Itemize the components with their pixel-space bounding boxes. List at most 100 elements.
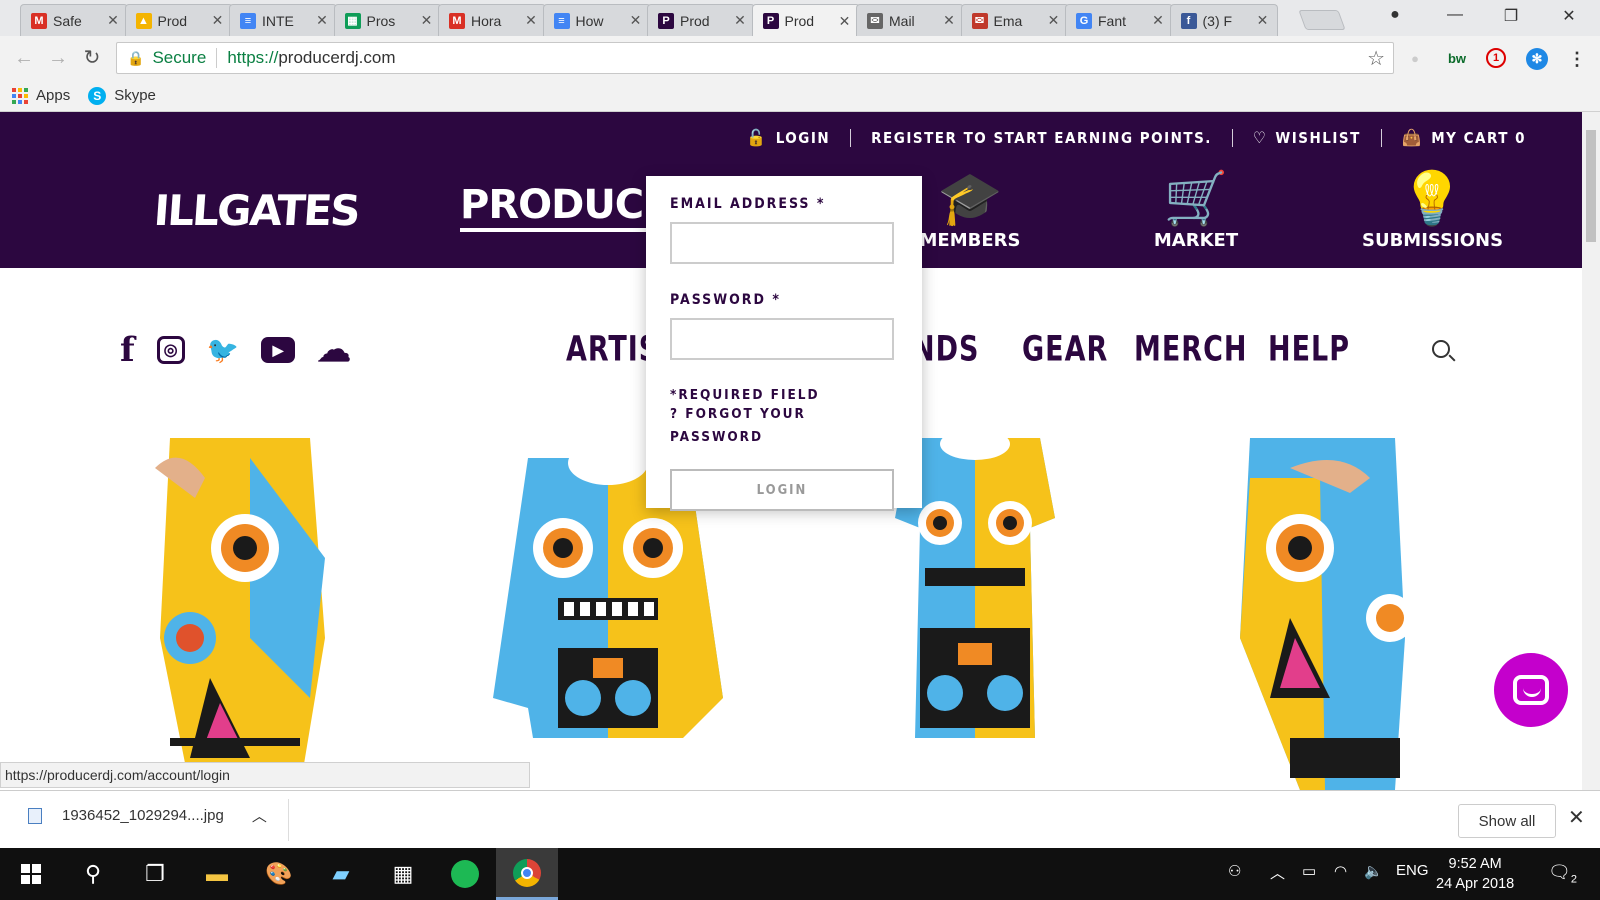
bookmark-apps[interactable]: Apps bbox=[12, 87, 70, 104]
paint-icon[interactable]: 🎨 bbox=[248, 848, 310, 900]
clock[interactable]: 9:52 AM 24 Apr 2018 bbox=[1436, 854, 1514, 894]
cart-link[interactable]: MY CART 0 bbox=[1431, 129, 1526, 147]
file-explorer-icon[interactable]: ▬ bbox=[186, 848, 248, 900]
tab-title: Pros bbox=[366, 12, 396, 29]
search-icon[interactable]: ⚲ bbox=[62, 848, 124, 900]
reload-icon[interactable]: ↻ bbox=[80, 46, 104, 70]
browser-tab[interactable]: ▦ Pros ✕ bbox=[333, 4, 442, 36]
close-tab-icon[interactable]: ✕ bbox=[1150, 12, 1166, 29]
new-tab-button[interactable] bbox=[1298, 10, 1346, 30]
tab-strip: M Safe ✕ ▲ Prod ✕ ≡ INTE ✕ ▦ Pros ✕ M Hora ✕ ≡ How ✕ P Prod… bbox=[0, 0, 1600, 37]
forgot-password-link[interactable]: ? FORGOT YOUR PASSWORD bbox=[670, 403, 898, 449]
nav-market[interactable]: 🛒 MARKET bbox=[1126, 168, 1266, 251]
bookmark-label: Apps bbox=[36, 87, 71, 104]
illgates-logo[interactable]: ILLGATES bbox=[152, 186, 360, 235]
show-all-button[interactable]: Show all bbox=[1458, 804, 1556, 838]
mail-icon: ✉ bbox=[867, 12, 883, 29]
people-icon[interactable]: ⚇ bbox=[1228, 862, 1241, 880]
email-label: EMAIL ADDRESS * bbox=[670, 196, 826, 212]
bookmark-star-icon[interactable]: ☆ bbox=[1367, 46, 1385, 71]
password-label: PASSWORD * bbox=[670, 292, 781, 308]
browser-tab[interactable]: ≡ How ✕ bbox=[542, 4, 651, 36]
main-nav-merch[interactable]: MERCH bbox=[1134, 329, 1248, 369]
close-tab-icon[interactable]: ✕ bbox=[837, 13, 853, 30]
browser-tab[interactable]: f (3) F ✕ bbox=[1169, 4, 1278, 36]
close-tab-icon[interactable]: ✕ bbox=[628, 12, 644, 29]
main-nav-sounds[interactable]: NDS bbox=[912, 329, 979, 369]
product-image-leggings[interactable] bbox=[150, 438, 330, 790]
close-window-button[interactable]: ✕ bbox=[1554, 6, 1584, 26]
close-tab-icon[interactable]: ✕ bbox=[210, 12, 226, 29]
windows-start-icon[interactable] bbox=[0, 848, 62, 900]
volume-icon[interactable]: 🔈 bbox=[1364, 862, 1383, 880]
search-icon[interactable] bbox=[1432, 340, 1450, 358]
login-button[interactable]: LOGIN bbox=[670, 469, 894, 511]
close-icon[interactable]: ✕ bbox=[1568, 805, 1585, 830]
wishlist-link[interactable]: WISHLIST bbox=[1275, 129, 1360, 147]
sync-extension-icon[interactable]: ✻ bbox=[1526, 48, 1548, 70]
browser-tab[interactable]: ≡ INTE ✕ bbox=[229, 4, 337, 36]
browser-tab[interactable]: G Fant ✕ bbox=[1065, 4, 1173, 36]
close-tab-icon[interactable]: ✕ bbox=[314, 12, 330, 29]
youtube-icon[interactable]: ▶ bbox=[261, 337, 296, 363]
adblock-extension-icon[interactable]: 1 bbox=[1486, 48, 1506, 68]
close-tab-icon[interactable]: ✕ bbox=[1046, 12, 1062, 29]
extension-icon[interactable]: ● bbox=[1404, 48, 1426, 70]
tab-title: Prod bbox=[157, 12, 188, 29]
nav-submissions[interactable]: 💡 SUBMISSIONS bbox=[1362, 168, 1503, 251]
facebook-icon[interactable]: f bbox=[120, 330, 135, 370]
twitter-icon[interactable]: 🐦 bbox=[207, 335, 239, 366]
producerdj-icon: P bbox=[658, 12, 674, 29]
minimize-button[interactable]: — bbox=[1440, 6, 1470, 24]
email-field[interactable] bbox=[670, 222, 894, 264]
product-image-leggings-back[interactable] bbox=[1230, 438, 1414, 790]
main-nav-help[interactable]: HELP bbox=[1268, 329, 1350, 369]
browser-tab[interactable]: P Prod ✕ bbox=[647, 4, 755, 36]
battery-icon[interactable]: ▭ bbox=[1302, 862, 1316, 880]
login-link[interactable]: LOGIN bbox=[776, 129, 830, 147]
bw-extension-icon[interactable]: bw bbox=[1446, 48, 1468, 70]
register-link[interactable]: REGISTER TO START EARNING POINTS. bbox=[871, 129, 1212, 147]
browser-tab[interactable]: ▲ Prod ✕ bbox=[124, 4, 233, 36]
close-tab-icon[interactable]: ✕ bbox=[1255, 12, 1271, 29]
soundcloud-icon[interactable]: ☁ bbox=[317, 330, 351, 370]
calculator-icon[interactable]: ▦ bbox=[372, 848, 434, 900]
chevron-up-icon[interactable]: ︿ bbox=[1270, 862, 1285, 883]
restore-button[interactable]: ❐ bbox=[1496, 6, 1526, 26]
back-icon[interactable]: ← bbox=[12, 46, 36, 70]
menu-kebab-icon[interactable]: ⋮ bbox=[1566, 48, 1588, 70]
profile-icon[interactable]: ● bbox=[1380, 6, 1410, 24]
task-view-icon[interactable]: ❐ bbox=[124, 848, 186, 900]
password-field[interactable] bbox=[670, 318, 894, 360]
nav-label: MARKET bbox=[1153, 230, 1239, 251]
browser-tab[interactable]: M Hora ✕ bbox=[438, 4, 546, 36]
browser-tab[interactable]: ✉ Ema ✕ bbox=[960, 4, 1069, 36]
spotify-icon[interactable] bbox=[434, 848, 496, 900]
chevron-up-icon[interactable]: ︿ bbox=[252, 805, 267, 826]
bookmark-skype[interactable]: S Skype bbox=[88, 86, 156, 105]
chrome-icon[interactable] bbox=[496, 848, 558, 900]
image-file-icon bbox=[28, 807, 42, 824]
chat-launcher-button[interactable] bbox=[1494, 653, 1568, 727]
main-nav-gear[interactable]: GEAR bbox=[1022, 329, 1108, 369]
forward-icon[interactable]: → bbox=[46, 46, 70, 70]
gmail-icon: M bbox=[449, 12, 465, 29]
close-tab-icon[interactable]: ✕ bbox=[105, 12, 121, 29]
notifications-icon[interactable]: 🗨2 bbox=[1548, 862, 1577, 886]
close-tab-icon[interactable]: ✕ bbox=[419, 12, 435, 29]
download-item[interactable]: 1936452_1029294....jpg ︿ bbox=[28, 805, 267, 826]
browser-tab[interactable]: M Safe ✕ bbox=[20, 4, 128, 36]
downloads-bar: 1936452_1029294....jpg ︿ Show all ✕ bbox=[0, 790, 1600, 848]
close-tab-icon[interactable]: ✕ bbox=[941, 12, 957, 29]
notepad-icon[interactable]: ▰ bbox=[310, 848, 372, 900]
scrollbar[interactable] bbox=[1582, 112, 1600, 790]
scrollbar-thumb[interactable] bbox=[1586, 130, 1596, 242]
browser-tab[interactable]: P Prod ✕ bbox=[751, 4, 860, 37]
close-tab-icon[interactable]: ✕ bbox=[523, 12, 539, 29]
language-indicator[interactable]: ENG bbox=[1396, 862, 1429, 879]
close-tab-icon[interactable]: ✕ bbox=[732, 12, 748, 29]
address-bar[interactable]: 🔒 Secure https://producerdj.com ☆ bbox=[116, 42, 1394, 74]
wifi-icon[interactable]: ◠ bbox=[1334, 862, 1347, 880]
instagram-icon[interactable]: ◎ bbox=[156, 336, 185, 364]
browser-tab[interactable]: ✉ Mail ✕ bbox=[856, 4, 964, 36]
